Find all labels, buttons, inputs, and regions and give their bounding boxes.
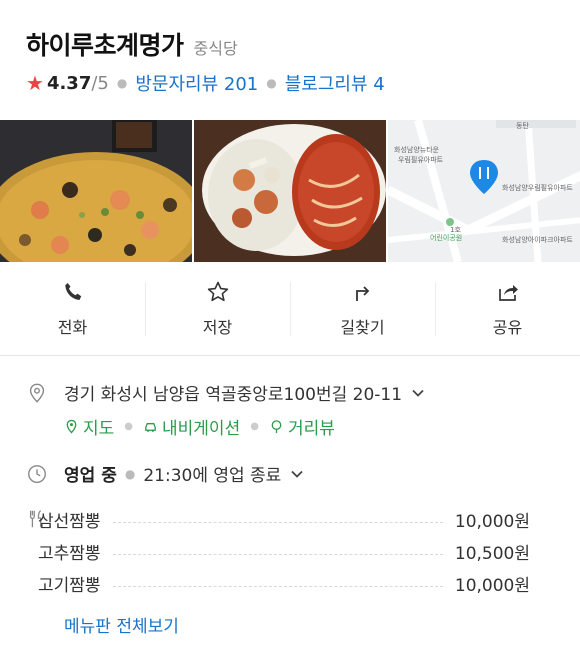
map-label-park: 어린이공원	[430, 233, 462, 242]
separator-dot: ●	[124, 466, 136, 481]
photo-strip: 동탄 화성남양뉴타운 우림필유아파트 화성남양우림필유아파트 어린이공원 화성남…	[0, 120, 580, 262]
photo-location-map[interactable]: 동탄 화성남양뉴타운 우림필유아파트 화성남양우림필유아파트 어린이공원 화성남…	[388, 120, 580, 262]
menu-dotted-leader	[112, 554, 443, 555]
menu-item: 삼선짬뽕 10,000원	[38, 507, 530, 532]
visitor-reviews-link[interactable]: 방문자리뷰 201	[135, 70, 258, 96]
address-row[interactable]: 경기 화성시 남양읍 역골중앙로100번길 20-11	[26, 380, 426, 405]
map-label-dongtan: 동탄	[516, 121, 529, 130]
menu-item: 고기짬뽕 10,000원	[38, 571, 530, 596]
directions-label: 길찾기	[340, 317, 385, 337]
photo-jjamppong-tangsuyuk[interactable]	[194, 120, 386, 262]
street-view-link-label: 거리뷰	[287, 419, 335, 439]
rating-row: ★ 4.37 /5 ● 방문자리뷰 201 ● 블로그리뷰 4	[26, 70, 385, 96]
food-container-image	[194, 120, 386, 262]
rating-max: /5	[91, 72, 109, 94]
street-view-icon	[271, 420, 282, 434]
separator-dot: ●	[124, 421, 134, 432]
call-button[interactable]: 전화	[0, 262, 145, 355]
map-label-apt1: 우림필유아파트	[398, 155, 444, 164]
map-thumbnail: 동탄 화성남양뉴타운 우림필유아파트 화성남양우림필유아파트 어린이공원 화성남…	[388, 120, 580, 262]
save-label: 저장	[202, 317, 233, 337]
photo-seafood-pizza[interactable]	[0, 120, 192, 262]
hours-status: 영업 중	[64, 466, 117, 486]
separator-dot: ●	[250, 421, 259, 432]
map-pin-icon	[66, 419, 77, 434]
navigation-link[interactable]: 내비게이션	[143, 414, 240, 439]
place-category: 중식당	[193, 39, 238, 58]
menu-item-price: 10,000원	[454, 512, 530, 532]
map-link[interactable]: 지도	[64, 414, 114, 439]
share-icon	[498, 284, 518, 301]
phone-icon	[64, 282, 81, 300]
separator-dot: ●	[116, 76, 128, 90]
menu-dotted-leader	[112, 586, 443, 587]
share-button[interactable]: 공유	[435, 262, 580, 355]
place-name: 하이루초계명가	[26, 31, 184, 60]
hours-row[interactable]: 영업 중 ● 21:30에 영업 종료	[26, 461, 305, 486]
action-bar: 전화 저장 길찾기 공유	[0, 262, 580, 356]
car-icon	[145, 423, 156, 432]
save-button[interactable]: 저장	[145, 262, 290, 355]
hours-detail: 21:30에 영업 종료	[143, 466, 282, 486]
menu-item: 고추짬뽕 10,500원	[38, 539, 530, 564]
menu-item-price: 10,000원	[454, 576, 530, 596]
menu-item-price: 10,500원	[454, 544, 530, 564]
rating-star-icon: ★	[26, 71, 44, 95]
map-link-label: 지도	[83, 419, 115, 439]
address-text: 경기 화성시 남양읍 역골중앙로100번길 20-11	[64, 385, 403, 405]
navigation-link-label: 내비게이션	[162, 419, 241, 439]
share-label: 공유	[492, 317, 523, 337]
place-header: 하이루초계명가 중식당 ★ 4.37 /5 ● 방문자리뷰 201 ● 블로그리…	[0, 0, 580, 120]
star-outline-icon	[207, 281, 228, 301]
location-pin-icon	[29, 383, 45, 403]
separator-dot: ●	[266, 76, 277, 90]
map-label-apt2: 화성남양우림필유아파트	[502, 183, 573, 192]
directions-button[interactable]: 길찾기	[290, 262, 435, 355]
address-links: 지도 ● 내비게이션 ● 거리뷰	[64, 414, 335, 439]
call-label: 전화	[57, 317, 88, 337]
map-label-apt3: 화성남양아이파크아파트	[502, 235, 573, 244]
menu-item-name: 고기짬뽕	[38, 576, 101, 596]
rating-score: 4.37	[46, 72, 92, 94]
directions-icon	[355, 285, 369, 301]
title-row: 하이루초계명가 중식당	[26, 26, 238, 62]
clock-icon	[28, 464, 46, 483]
view-full-menu-link[interactable]: 메뉴판 전체보기	[64, 612, 179, 637]
chevron-down-icon	[291, 470, 303, 478]
blog-reviews-link[interactable]: 블로그리뷰 4	[285, 70, 385, 96]
menu-dotted-leader	[112, 522, 443, 523]
menu-item-name: 고추짬뽕	[38, 544, 101, 564]
pizza-image	[0, 120, 192, 262]
chevron-down-icon	[412, 389, 424, 397]
menu-item-name: 삼선짬뽕	[38, 512, 101, 532]
map-label-newtown: 화성남양뉴타운	[394, 145, 440, 154]
street-view-link[interactable]: 거리뷰	[269, 414, 335, 439]
map-label-1ho: 1호	[450, 226, 461, 234]
